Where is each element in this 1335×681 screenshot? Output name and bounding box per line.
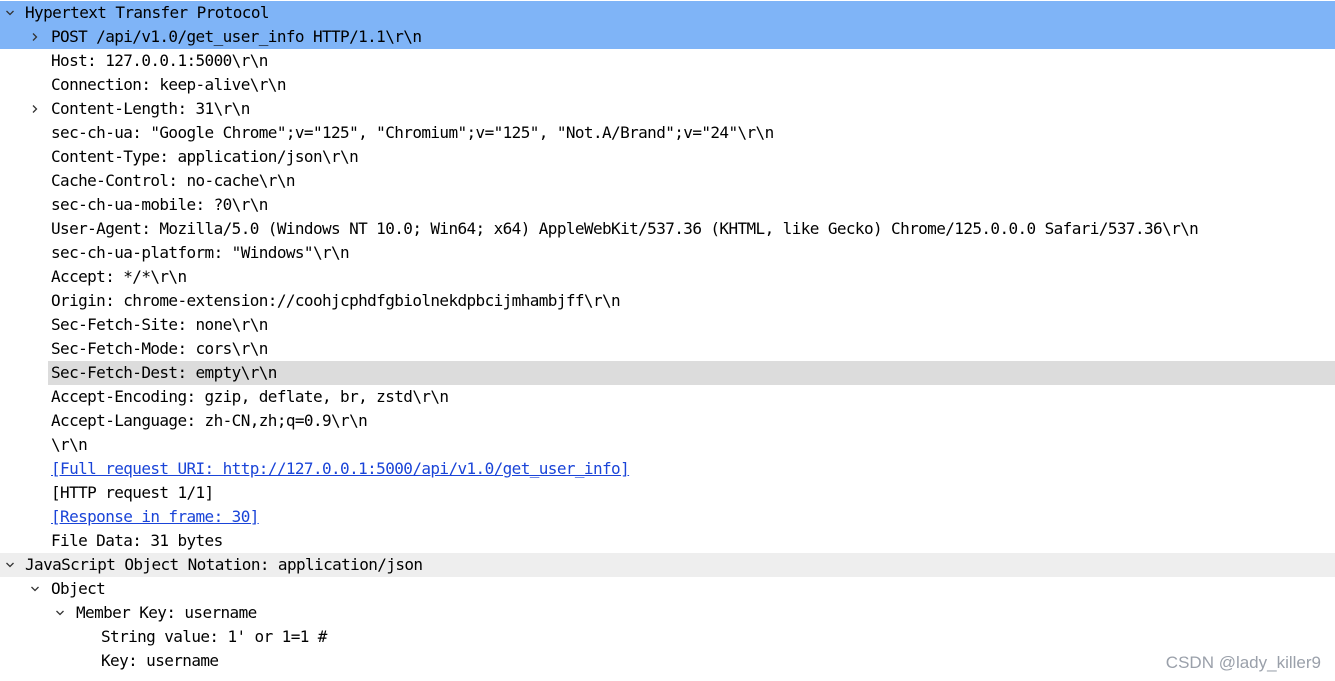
http-request-count: [HTTP request 1/1] [51,483,214,502]
chevron-down-icon[interactable] [25,577,45,601]
tree-row-header[interactable]: sec-ch-ua: "Google Chrome";v="125", "Chr… [0,121,1335,145]
header-origin: Origin: chrome-extension://coohjcphdfgbi… [51,291,621,310]
header-content-length: Content-Length: 31\r\n [51,99,250,118]
file-data: File Data: 31 bytes [51,531,223,550]
header-cache-control: Cache-Control: no-cache\r\n [51,171,295,190]
tree-row-header[interactable]: sec-ch-ua-platform: "Windows"\r\n [0,241,1335,265]
header-sec-fetch-dest: Sec-Fetch-Dest: empty\r\n [51,363,277,382]
tree-row-header[interactable]: Origin: chrome-extension://coohjcphdfgbi… [0,289,1335,313]
tree-row-response-frame[interactable]: [Response in frame: 30] [0,505,1335,529]
header-content-type: Content-Type: application/json\r\n [51,147,359,166]
tree-row-http[interactable]: Hypertext Transfer Protocol [0,1,1335,25]
chevron-right-icon[interactable] [25,97,45,121]
header-accept: Accept: */*\r\n [51,267,187,286]
tree-row-header[interactable]: Cache-Control: no-cache\r\n [0,169,1335,193]
tree-row-header[interactable]: sec-ch-ua-mobile: ?0\r\n [0,193,1335,217]
tree-row-crlf[interactable]: \r\n [0,433,1335,457]
tree-row-header[interactable]: Accept: */*\r\n [0,265,1335,289]
tree-row-string-value[interactable]: String value: 1' or 1=1 # [0,625,1335,649]
response-in-frame-link[interactable]: [Response in frame: 30] [51,505,259,529]
header-sec-fetch-site: Sec-Fetch-Site: none\r\n [51,315,268,334]
tree-row-json-object[interactable]: Object [0,577,1335,601]
json-key: Key: username [101,651,219,670]
tree-row-request-line[interactable]: POST /api/v1.0/get_user_info HTTP/1.1\r\… [0,25,1335,49]
http-label: Hypertext Transfer Protocol [25,3,269,22]
header-accept-encoding: Accept-Encoding: gzip, deflate, br, zstd… [51,387,449,406]
tree-row-header-highlighted[interactable]: Sec-Fetch-Dest: empty\r\n [0,361,1335,385]
tree-row-header[interactable]: Connection: keep-alive\r\n [0,73,1335,97]
chevron-down-icon[interactable] [50,601,70,625]
header-sec-ch-ua-mobile: sec-ch-ua-mobile: ?0\r\n [51,195,268,214]
header-connection: Connection: keep-alive\r\n [51,75,286,94]
tree-row-header[interactable]: Host: 127.0.0.1:5000\r\n [0,49,1335,73]
header-host: Host: 127.0.0.1:5000\r\n [51,51,268,70]
tree-row-json[interactable]: JavaScript Object Notation: application/… [0,553,1335,577]
full-request-uri-link[interactable]: [Full request URI: http://127.0.0.1:5000… [51,457,630,481]
tree-row-key[interactable]: Key: username [0,649,1335,673]
json-object-label: Object [51,579,106,598]
header-user-agent: User-Agent: Mozilla/5.0 (Windows NT 10.0… [51,219,1199,238]
request-line: POST /api/v1.0/get_user_info HTTP/1.1\r\… [51,27,422,46]
tree-row-http-request[interactable]: [HTTP request 1/1] [0,481,1335,505]
tree-row-header[interactable]: Accept-Encoding: gzip, deflate, br, zstd… [0,385,1335,409]
tree-row-header[interactable]: Content-Length: 31\r\n [0,97,1335,121]
header-sec-ch-ua-platform: sec-ch-ua-platform: "Windows"\r\n [51,243,350,262]
chevron-right-icon[interactable] [25,25,45,49]
tree-row-header[interactable]: Content-Type: application/json\r\n [0,145,1335,169]
chevron-down-icon[interactable] [0,553,20,577]
header-sec-fetch-mode: Sec-Fetch-Mode: cors\r\n [51,339,268,358]
watermark: CSDN @lady_killer9 [1165,653,1321,672]
tree-row-full-uri[interactable]: [Full request URI: http://127.0.0.1:5000… [0,457,1335,481]
packet-details-tree: Hypertext Transfer Protocol POST /api/v1… [0,1,1335,673]
json-label: JavaScript Object Notation: application/… [25,555,423,574]
member-key-label: Member Key: username [76,603,257,622]
tree-row-header[interactable]: Sec-Fetch-Mode: cors\r\n [0,337,1335,361]
header-accept-language: Accept-Language: zh-CN,zh;q=0.9\r\n [51,411,368,430]
tree-row-member-key[interactable]: Member Key: username [0,601,1335,625]
tree-row-header[interactable]: Sec-Fetch-Site: none\r\n [0,313,1335,337]
tree-row-header[interactable]: User-Agent: Mozilla/5.0 (Windows NT 10.0… [0,217,1335,241]
chevron-down-icon[interactable] [0,1,20,25]
tree-row-header[interactable]: Accept-Language: zh-CN,zh;q=0.9\r\n [0,409,1335,433]
header-sec-ch-ua: sec-ch-ua: "Google Chrome";v="125", "Chr… [51,123,774,142]
string-value: String value: 1' or 1=1 # [101,627,327,646]
crlf: \r\n [51,435,88,454]
tree-row-file-data[interactable]: File Data: 31 bytes [0,529,1335,553]
